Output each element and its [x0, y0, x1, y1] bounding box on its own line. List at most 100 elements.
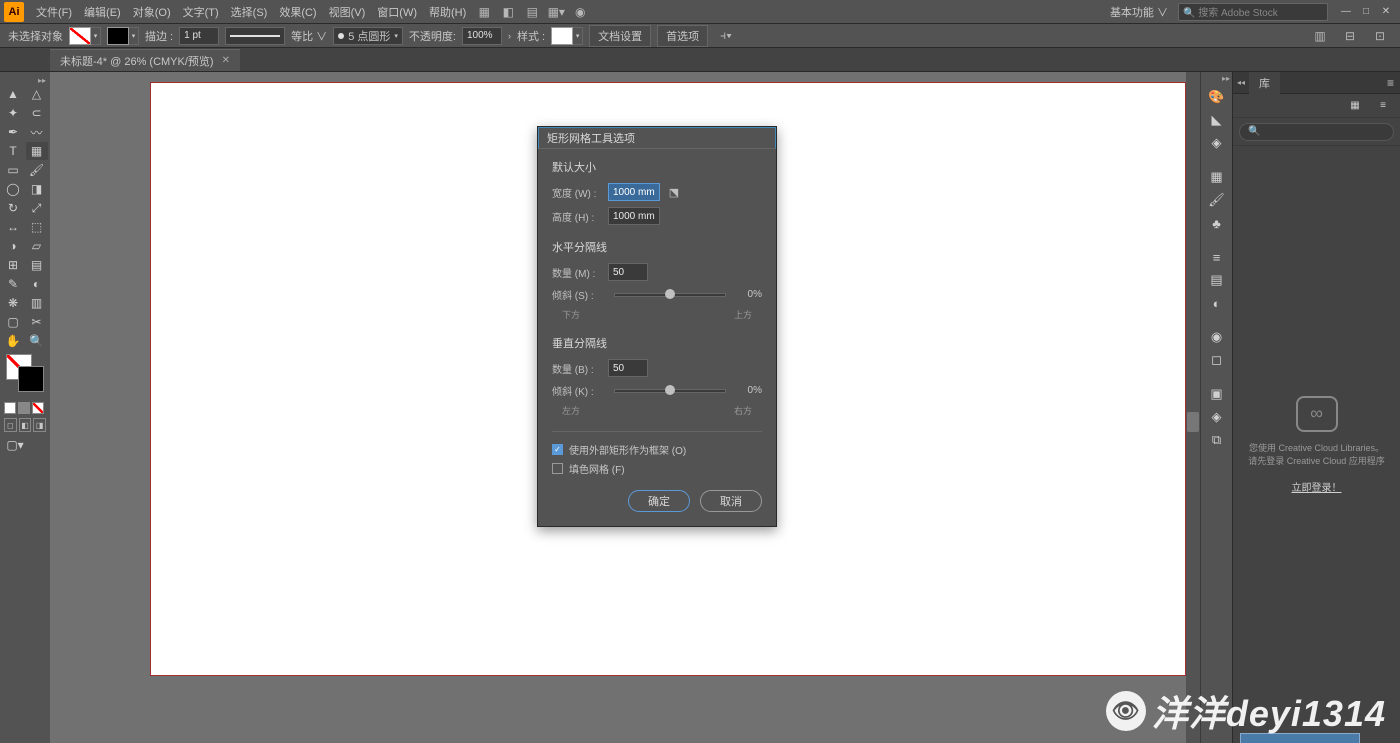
v-skew-slider[interactable] — [614, 389, 726, 393]
dock-expand[interactable]: ▸▸ — [1201, 74, 1232, 84]
gradient-panel-icon[interactable]: ▤ — [1206, 270, 1228, 290]
graphic-styles-panel-icon[interactable]: ◻ — [1206, 350, 1228, 370]
symbols-panel-icon[interactable]: ♣ — [1206, 213, 1228, 233]
brush-name[interactable]: 5 点圆形 — [348, 28, 390, 44]
lasso-tool[interactable]: ⊂ — [26, 104, 48, 122]
perspective-tool[interactable]: ▱ — [26, 237, 48, 255]
uniform-label[interactable]: 等比 ∨ — [291, 28, 327, 44]
color-picker[interactable] — [2, 350, 48, 400]
lib-signin-link[interactable]: 立即登录！ — [1292, 479, 1342, 494]
stroke-panel-icon[interactable]: ≡ — [1206, 247, 1228, 267]
artboards-panel-icon[interactable]: ⧉ — [1206, 430, 1228, 450]
properties-panel-icon[interactable]: ◈ — [1206, 133, 1228, 153]
graph-tool[interactable]: ▥ — [26, 294, 48, 312]
close-tab-button[interactable]: ✕ — [222, 55, 230, 66]
brushes-panel-icon[interactable]: 🖌 — [1206, 190, 1228, 210]
appearance-panel-icon[interactable]: ◉ — [1206, 327, 1228, 347]
stroke-color[interactable] — [18, 366, 44, 392]
shape-builder-tool[interactable]: ◑ — [2, 237, 24, 255]
transparency-panel-icon[interactable]: ◐ — [1206, 293, 1228, 313]
h-count-input[interactable] — [608, 263, 648, 281]
gradient-tool[interactable]: ▤ — [26, 256, 48, 274]
eraser-tool[interactable]: ◨ — [26, 180, 48, 198]
magic-wand-tool[interactable]: ✦ — [2, 104, 24, 122]
bridge-icon[interactable]: ▦ — [474, 3, 494, 21]
type-tool[interactable]: T — [2, 142, 24, 160]
use-outer-checkbox[interactable]: ✓ — [552, 444, 563, 455]
menu-help[interactable]: 帮助(H) — [423, 4, 472, 20]
fill-dropdown[interactable]: ▾ — [91, 27, 101, 45]
close-app-button[interactable]: ✕ — [1376, 4, 1396, 20]
screen-mode[interactable]: ▢▾ — [4, 436, 26, 454]
asset-export-panel-icon[interactable]: ◈ — [1206, 407, 1228, 427]
rectangular-grid-tool[interactable]: ▦ — [26, 142, 48, 160]
free-transform-tool[interactable]: ⬚ — [26, 218, 48, 236]
snap2-icon[interactable]: ⊟ — [1340, 27, 1360, 45]
fill-swatch[interactable] — [69, 27, 91, 45]
layers-panel-icon[interactable]: ▣ — [1206, 384, 1228, 404]
scale-tool[interactable]: ⤢ — [26, 199, 48, 217]
arrange2-icon[interactable]: ▦▾ — [546, 3, 566, 21]
minimize-button[interactable]: — — [1336, 4, 1356, 20]
height-input[interactable] — [608, 207, 660, 225]
color-guide-panel-icon[interactable]: ◣ — [1206, 110, 1228, 130]
shaper-tool[interactable]: ◯ — [2, 180, 24, 198]
maximize-button[interactable]: □ — [1356, 4, 1376, 20]
selection-tool[interactable]: ▲ — [2, 85, 24, 103]
draw-inside[interactable]: ◨ — [33, 418, 46, 432]
prefs-button[interactable]: 首选项 — [657, 25, 708, 47]
snap1-icon[interactable]: ▥ — [1310, 27, 1330, 45]
menu-file[interactable]: 文件(F) — [30, 4, 78, 20]
color-mode-gradient[interactable] — [18, 402, 30, 414]
stock-icon[interactable]: ◧ — [498, 3, 518, 21]
ok-button[interactable]: 确定 — [628, 490, 690, 512]
rotate-tool[interactable]: ↻ — [2, 199, 24, 217]
gpu-icon[interactable]: ◉ — [570, 3, 590, 21]
libraries-tab[interactable]: 库 — [1249, 72, 1280, 94]
menu-view[interactable]: 视图(V) — [323, 4, 372, 20]
menu-window[interactable]: 窗口(W) — [371, 4, 423, 20]
libraries-menu[interactable]: ≡ — [1381, 76, 1400, 90]
hand-tool[interactable]: ✋ — [2, 332, 24, 350]
color-panel-icon[interactable]: 🎨 — [1206, 87, 1228, 107]
menu-effect[interactable]: 效果(C) — [273, 4, 322, 20]
v-skew-thumb[interactable] — [665, 385, 675, 395]
pen-tool[interactable]: ✒ — [2, 123, 24, 141]
menu-type[interactable]: 文字(T) — [177, 4, 225, 20]
document-tab[interactable]: 未标题-4* @ 26% (CMYK/预览) ✕ — [50, 49, 240, 71]
paintbrush-tool[interactable]: 🖌 — [26, 161, 48, 179]
color-mode-none[interactable] — [32, 402, 44, 414]
workspace-switcher[interactable]: 基本功能 ∨ — [1100, 4, 1178, 20]
dialog-title[interactable]: 矩形网格工具选项 — [538, 127, 776, 149]
direct-selection-tool[interactable]: △ — [26, 85, 48, 103]
menu-edit[interactable]: 编辑(E) — [78, 4, 127, 20]
curvature-tool[interactable]: 〰 — [26, 123, 48, 141]
artboard-tool[interactable]: ▢ — [2, 313, 24, 331]
opacity-arrow[interactable]: › — [508, 31, 511, 41]
cancel-button[interactable]: 取消 — [700, 490, 762, 512]
lib-collapse[interactable]: ◂◂ — [1233, 78, 1249, 87]
fill-grid-checkbox[interactable] — [552, 463, 563, 474]
style-swatch[interactable] — [551, 27, 573, 45]
draw-behind[interactable]: ◧ — [19, 418, 32, 432]
doc-setup-button[interactable]: 文档设置 — [589, 25, 651, 47]
zoom-tool[interactable]: 🔍 — [26, 332, 48, 350]
h-skew-thumb[interactable] — [665, 289, 675, 299]
symbol-sprayer-tool[interactable]: ❋ — [2, 294, 24, 312]
lib-grid-view-icon[interactable]: ▦ — [1344, 96, 1366, 116]
rectangle-tool[interactable]: ▭ — [2, 161, 24, 179]
h-skew-slider[interactable] — [614, 293, 726, 297]
opacity-input[interactable] — [462, 27, 502, 45]
menu-select[interactable]: 选择(S) — [225, 4, 274, 20]
align-icon[interactable]: ⫞▾ — [716, 27, 736, 45]
color-mode-fill[interactable] — [4, 402, 16, 414]
stroke-profile[interactable] — [225, 27, 285, 45]
mesh-tool[interactable]: ⊞ — [2, 256, 24, 274]
style-dropdown[interactable]: ▾ — [573, 27, 583, 45]
lib-search[interactable]: 🔍 — [1239, 123, 1394, 141]
stroke-dropdown[interactable]: ▾ — [129, 27, 139, 45]
width-tool[interactable]: ↔ — [2, 218, 24, 236]
eyedropper-tool[interactable]: ✎ — [2, 275, 24, 293]
stroke-swatch[interactable] — [107, 27, 129, 45]
snap3-icon[interactable]: ⊡ — [1370, 27, 1390, 45]
